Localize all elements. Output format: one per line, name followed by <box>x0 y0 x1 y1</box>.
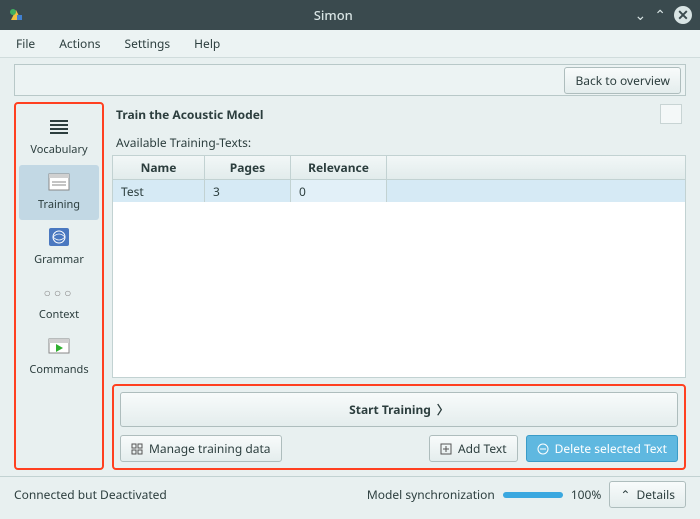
sync-percent: 100% <box>571 486 602 503</box>
menubar: File Actions Settings Help <box>0 30 700 58</box>
chevron-right-icon: 〉 <box>437 401 449 418</box>
calendar-icon[interactable] <box>660 104 682 124</box>
vocabulary-icon <box>45 116 73 138</box>
sidebar-item-grammar[interactable]: Grammar <box>19 220 99 275</box>
sidebar-item-label: Vocabulary <box>30 142 87 157</box>
table-row[interactable]: Test 3 0 <box>113 180 685 202</box>
sidebar-item-context[interactable]: ○○○ Context <box>19 275 99 330</box>
start-training-button[interactable]: Start Training 〉 <box>120 392 678 427</box>
col-spacer <box>387 156 685 179</box>
start-training-label: Start Training <box>349 401 431 418</box>
details-button[interactable]: ⌃ Details <box>609 481 686 508</box>
manage-label: Manage training data <box>149 440 271 457</box>
toolbar: Back to overview <box>14 64 686 96</box>
delete-label: Delete selected Text <box>555 440 667 457</box>
close-icon[interactable]: ✕ <box>674 6 692 24</box>
cell-relevance: 0 <box>291 180 387 202</box>
minimize-icon[interactable]: ⌄ <box>635 6 647 25</box>
col-pages[interactable]: Pages <box>205 156 291 179</box>
details-label: Details <box>636 486 675 503</box>
available-label: Available Training-Texts: <box>112 134 686 151</box>
delete-icon <box>537 443 549 455</box>
menu-file[interactable]: File <box>6 31 45 56</box>
menu-actions[interactable]: Actions <box>49 31 110 56</box>
context-icon: ○○○ <box>45 281 73 303</box>
page-title: Train the Acoustic Model <box>116 106 264 123</box>
delete-selected-text-button[interactable]: Delete selected Text <box>526 435 678 462</box>
menu-help[interactable]: Help <box>184 31 230 56</box>
sidebar-item-label: Grammar <box>34 252 84 267</box>
sidebar-item-commands[interactable]: Commands <box>19 330 99 385</box>
commands-icon <box>45 336 73 358</box>
connection-status: Connected but Deactivated <box>14 486 167 503</box>
add-icon <box>440 443 452 455</box>
sidebar-item-label: Context <box>39 307 79 322</box>
sync-label: Model synchronization <box>367 486 495 503</box>
col-name[interactable]: Name <box>113 156 205 179</box>
sidebar-item-vocabulary[interactable]: Vocabulary <box>19 110 99 165</box>
menu-settings[interactable]: Settings <box>114 31 180 56</box>
app-icon <box>8 7 24 23</box>
sync-progress <box>503 492 563 498</box>
chevron-up-icon: ⌃ <box>620 486 630 503</box>
sidebar-item-label: Training <box>38 197 80 212</box>
window-title: Simon <box>32 6 635 24</box>
back-to-overview-button[interactable]: Back to overview <box>564 67 681 94</box>
training-icon <box>45 171 73 193</box>
add-text-button[interactable]: Add Text <box>429 435 518 462</box>
col-relevance[interactable]: Relevance <box>291 156 387 179</box>
sidebar-item-label: Commands <box>29 362 88 377</box>
maximize-icon[interactable]: ⌃ <box>654 6 666 25</box>
cell-name: Test <box>113 180 205 202</box>
training-texts-table: Name Pages Relevance Test 3 0 <box>112 155 686 378</box>
manage-icon <box>131 443 143 455</box>
grammar-icon <box>45 226 73 248</box>
sidebar-item-training[interactable]: Training <box>19 165 99 220</box>
main-panel: Train the Acoustic Model Available Train… <box>112 102 686 470</box>
manage-training-data-button[interactable]: Manage training data <box>120 435 282 462</box>
add-label: Add Text <box>458 440 507 457</box>
titlebar: Simon ⌄ ⌃ ✕ <box>0 0 700 30</box>
sidebar: Vocabulary Training Grammar ○○○ Context … <box>14 102 104 470</box>
statusbar: Connected but Deactivated Model synchron… <box>0 476 700 512</box>
cell-pages: 3 <box>205 180 291 202</box>
action-button-area: Start Training 〉 Manage training data Ad… <box>112 384 686 470</box>
